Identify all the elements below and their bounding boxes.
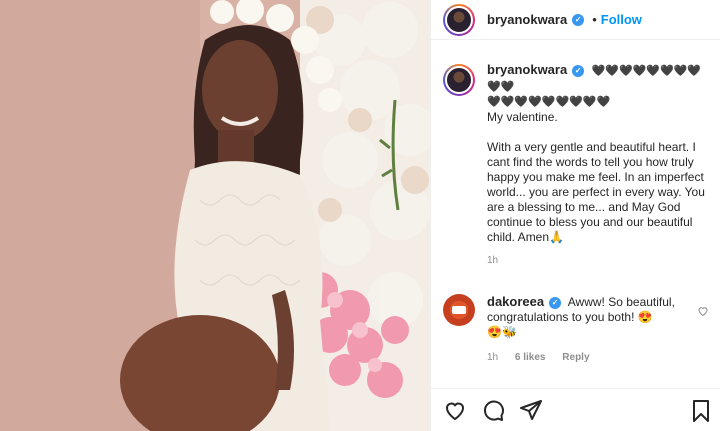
verified-badge-icon: ✓ [572, 13, 585, 26]
photo-illustration [0, 0, 430, 431]
caption-time[interactable]: 1h [487, 253, 713, 268]
caption-body-text: With a very gentle and beautiful heart. … [487, 140, 705, 244]
post-header: bryanokwara ✓ • Follow [431, 0, 720, 40]
follow-button[interactable]: Follow [601, 12, 642, 27]
share-icon[interactable] [519, 398, 543, 422]
comment-text-line2: 😍🐝 [487, 325, 517, 339]
comment-icon[interactable] [481, 398, 505, 422]
caption-line1: My valentine. [487, 110, 558, 124]
separator-dot: • [592, 12, 597, 27]
instagram-post: bryanokwara ✓ • Follow bryanokwara ✓ 🖤🖤🖤🖤… [0, 0, 720, 431]
comment-item: dakoreea ✓ Awww! So beautiful, congratula… [443, 294, 713, 365]
post-photo[interactable] [0, 0, 430, 431]
caption-text: My valentine. With a very gentle and bea… [487, 110, 713, 245]
heart-icon[interactable] [443, 398, 467, 422]
comment-like-heart-icon[interactable] [697, 304, 709, 322]
comment-time[interactable]: 1h [487, 352, 498, 363]
comment-reply-button[interactable]: Reply [562, 352, 589, 363]
post-actions [431, 388, 720, 431]
caption-hearts-line2: 🖤🖤🖤🖤🖤🖤🖤🖤🖤 [487, 96, 611, 108]
commenter-avatar[interactable] [443, 294, 475, 326]
caption-username[interactable]: bryanokwara [487, 62, 567, 77]
comment-body: dakoreea ✓ Awww! So beautiful, congratula… [487, 294, 687, 365]
bookmark-icon[interactable] [689, 399, 713, 428]
caption-avatar[interactable] [443, 64, 475, 96]
author-avatar[interactable] [443, 3, 475, 36]
verified-badge-icon: ✓ [549, 297, 562, 309]
caption-body: bryanokwara ✓ 🖤🖤🖤🖤🖤🖤🖤🖤🖤🖤 🖤🖤🖤🖤🖤🖤🖤🖤🖤 My val… [487, 62, 713, 268]
commenter-username[interactable]: dakoreea [487, 294, 544, 309]
verified-badge-icon: ✓ [572, 65, 585, 77]
author-username[interactable]: bryanokwara [487, 12, 567, 27]
post-caption: bryanokwara ✓ 🖤🖤🖤🖤🖤🖤🖤🖤🖤🖤 🖤🖤🖤🖤🖤🖤🖤🖤🖤 My val… [443, 62, 713, 268]
comment-meta: 1h 6 likes Reply [487, 350, 687, 365]
post-details-panel: bryanokwara ✓ • Follow bryanokwara ✓ 🖤🖤🖤🖤… [430, 0, 720, 431]
comment-likes[interactable]: 6 likes [515, 352, 546, 363]
